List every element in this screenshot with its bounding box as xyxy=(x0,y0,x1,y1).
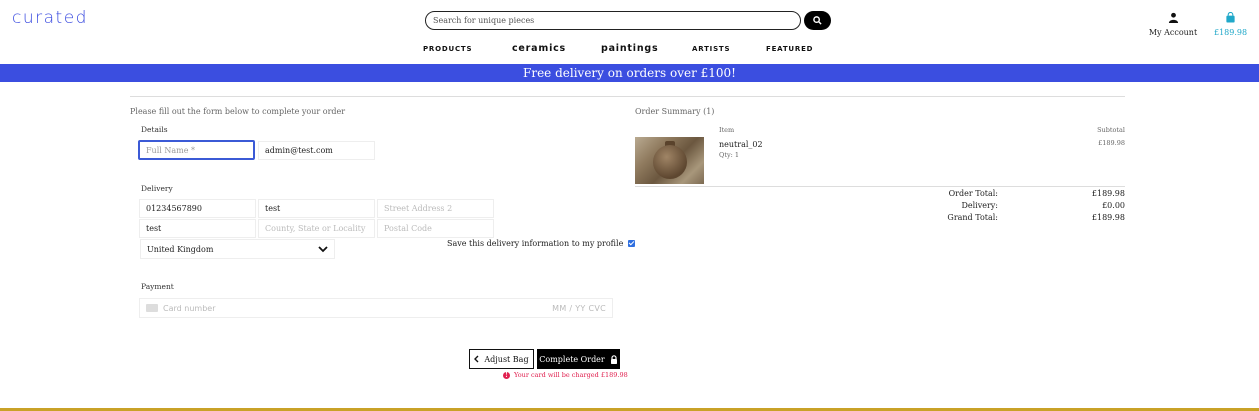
save-delivery-checkbox[interactable] xyxy=(628,240,636,247)
charge-notice: ! Your card will be charged £189.98 xyxy=(503,371,628,379)
complete-order-label: Complete Order xyxy=(539,354,605,364)
user-icon xyxy=(1168,12,1178,23)
nav-artists[interactable]: artists xyxy=(692,43,730,54)
postcode-input[interactable] xyxy=(377,219,494,238)
chevron-down-icon xyxy=(318,245,328,252)
grand-total-label: Grand Total: xyxy=(947,213,998,222)
country-value: United Kingdom xyxy=(147,244,214,254)
card-number-placeholder: Card number xyxy=(163,303,216,313)
details-heading: Details xyxy=(141,125,168,134)
save-delivery-option[interactable]: Save this delivery information to my pro… xyxy=(447,239,636,248)
phone-input[interactable] xyxy=(139,199,256,218)
grand-total-value: £189.98 xyxy=(1091,213,1125,222)
town-input[interactable] xyxy=(139,219,256,238)
lock-icon xyxy=(610,354,617,364)
item-column-header: Item xyxy=(719,126,735,134)
save-delivery-label: Save this delivery information to my pro… xyxy=(447,239,624,248)
charge-notice-text: Your card will be charged £189.98 xyxy=(514,371,628,379)
payment-heading: Payment xyxy=(141,282,174,291)
search-button[interactable] xyxy=(804,11,831,30)
item-subtotal: £189.98 xyxy=(1098,139,1125,147)
order-summary-title: Order Summary (1) xyxy=(635,107,715,116)
search-icon xyxy=(813,16,822,25)
delivery-cost-label: Delivery: xyxy=(961,201,998,210)
order-total-label: Order Total: xyxy=(948,189,998,198)
subtotal-column-header: Subtotal xyxy=(1097,126,1125,134)
full-name-input[interactable] xyxy=(138,140,255,160)
delivery-banner: Free delivery on orders over £100! xyxy=(0,64,1259,82)
site-logo[interactable]: curated xyxy=(12,8,88,28)
chevron-left-icon xyxy=(474,355,479,363)
order-total-value: £189.98 xyxy=(1091,189,1125,198)
nav-ceramics[interactable]: ceramics xyxy=(512,43,566,54)
summary-divider xyxy=(635,186,1125,187)
card-expiry-cvc-placeholder: MM / YY CVC xyxy=(552,303,606,313)
item-name: neutral_02 xyxy=(719,140,763,149)
street-address-2-input[interactable] xyxy=(377,199,494,218)
card-icon xyxy=(146,304,158,312)
my-account-link[interactable]: My Account xyxy=(1148,8,1198,37)
county-input[interactable] xyxy=(258,219,375,238)
country-select[interactable]: United Kingdom xyxy=(140,239,335,259)
divider xyxy=(130,96,1125,97)
product-thumbnail[interactable] xyxy=(635,137,704,184)
delivery-heading: Delivery xyxy=(141,184,173,193)
nav-products[interactable]: products xyxy=(423,43,472,54)
shopping-bag-icon xyxy=(1225,11,1235,23)
main-nav: products ceramics paintings artists feat… xyxy=(0,43,1259,55)
adjust-bag-button[interactable]: Adjust Bag xyxy=(469,349,534,369)
my-account-label: My Account xyxy=(1148,28,1198,37)
search-input[interactable] xyxy=(425,11,801,30)
item-quantity: Qty: 1 xyxy=(719,151,740,159)
email-input[interactable] xyxy=(258,141,375,160)
nav-featured[interactable]: featured xyxy=(766,43,813,54)
bag-total: £189.98 xyxy=(1214,28,1248,37)
adjust-bag-label: Adjust Bag xyxy=(484,354,529,364)
alert-icon: ! xyxy=(503,371,510,379)
shopping-bag-link[interactable]: £189.98 xyxy=(1214,8,1248,37)
delivery-cost-value: £0.00 xyxy=(1102,201,1125,210)
street-address-1-input[interactable] xyxy=(258,199,375,218)
complete-order-button[interactable]: Complete Order xyxy=(537,349,620,369)
vase-body xyxy=(653,145,687,179)
card-input[interactable]: Card number MM / YY CVC xyxy=(139,298,613,318)
nav-paintings[interactable]: paintings xyxy=(601,43,658,54)
form-intro: Please fill out the form below to comple… xyxy=(130,107,346,116)
